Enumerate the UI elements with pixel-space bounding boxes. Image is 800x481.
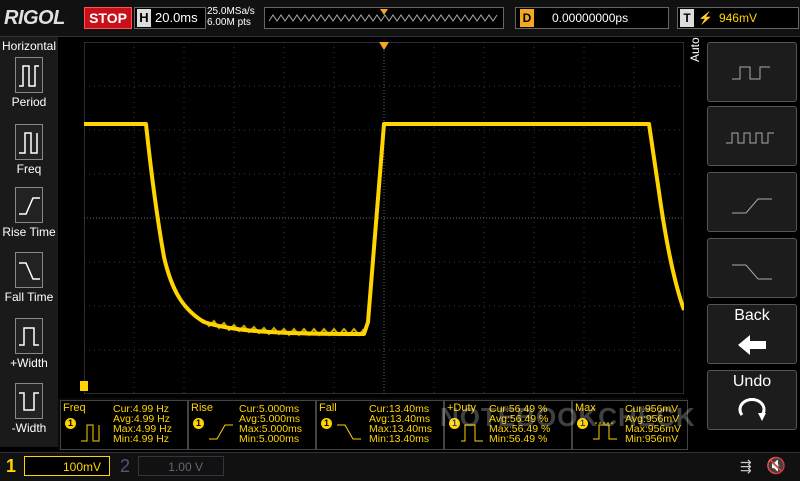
memory-waveform-icon [268, 9, 498, 22]
measurement-freq[interactable]: Freq 1 Cur:4.99 Hz Avg:4.99 Hz Max:4.99 … [60, 400, 188, 450]
channel-1-scale[interactable]: 100mV [24, 456, 110, 476]
measurement-min: Min:13.40ms [369, 433, 430, 445]
menu-item-label: -Width [11, 421, 47, 435]
channel-2-scale[interactable]: 1.00 V [138, 456, 224, 476]
menu-item-label: +Width [10, 356, 48, 370]
horizontal-key: H [137, 9, 151, 27]
measurement-min: Min:4.99 Hz [113, 433, 170, 445]
measurement-name: Fall [319, 402, 337, 414]
measurement-rise[interactable]: Rise 1 Cur:5.000ms Avg:5.000ms Max:5.000… [188, 400, 316, 450]
brand-logo: RIGOL [4, 7, 65, 29]
measurement-min: Min:56.49 % [489, 433, 548, 445]
timebase-value: 20.0ms [155, 10, 198, 25]
measurement-min: Min:956mV [625, 433, 679, 445]
undo-button[interactable]: Undo [707, 370, 797, 430]
menu-item-period[interactable]: Period [0, 57, 58, 109]
watermark: NOTEBOOKCHECK [440, 402, 696, 432]
delay-value: 0.00000000ps [552, 11, 629, 25]
trigger-display[interactable]: T ⚡ 946mV [677, 7, 799, 29]
waveform-option-1-button[interactable] [707, 42, 797, 102]
speaker-muted-icon[interactable]: 🔇 [766, 456, 786, 476]
menu-item-label: Rise Time [2, 225, 56, 239]
menu-item-rise-time[interactable]: Rise Time [0, 187, 58, 239]
acquisition-info: 25.0MSa/s 6.00M pts [207, 6, 255, 28]
frequency-icon [81, 424, 100, 442]
undo-arrow-icon [738, 397, 766, 421]
period-waveform-icon [732, 66, 770, 80]
ch1-ground-label [80, 381, 88, 391]
memory-position-bar[interactable] [264, 7, 504, 29]
sample-rate: 25.0MSa/s [207, 6, 255, 17]
horizontal-timebase[interactable]: H 20.0ms [134, 7, 206, 29]
left-menu-title: Horizontal [2, 39, 57, 53]
menu-item-label: Fall Time [4, 290, 54, 304]
rise-waveform-icon [732, 198, 772, 214]
waveform-option-2-button[interactable] [707, 106, 797, 166]
channel-badge: 1 [65, 418, 76, 429]
channel-2-number[interactable]: 2 [120, 456, 130, 477]
undo-label: Undo [732, 373, 772, 390]
channel-badge: 1 [321, 418, 332, 429]
rise-time-icon [209, 424, 233, 440]
measurement-fall[interactable]: Fall 1 Cur:13.40ms Avg:13.40ms Max:13.40… [316, 400, 444, 450]
menu-item-label: Freq [16, 162, 42, 176]
menu-item-label: Period [11, 95, 47, 109]
channel-1-number[interactable]: 1 [6, 456, 16, 477]
channel-badge: 1 [193, 418, 204, 429]
menu-item-negative-width[interactable]: -Width [0, 383, 58, 435]
auto-label: Auto [688, 37, 702, 62]
measurement-min: Min:5.000ms [239, 433, 300, 445]
positive-width-icon [15, 318, 43, 354]
delay-key: D [520, 9, 534, 27]
run-stop-button[interactable]: STOP [84, 7, 132, 29]
back-arrow-icon [738, 335, 766, 355]
delay-display[interactable]: D 0.00000000ps [515, 7, 669, 29]
waveform-option-4-button[interactable] [707, 238, 797, 298]
frequency-waveform-icon [726, 132, 774, 144]
waveform-option-3-button[interactable] [707, 172, 797, 232]
frequency-icon [15, 124, 43, 160]
trigger-level: 946mV [718, 11, 757, 25]
memory-depth: 6.00M pts [207, 17, 251, 28]
trigger-key: T [680, 9, 694, 27]
rising-edge-icon: ⚡ [698, 11, 713, 25]
menu-item-freq[interactable]: Freq [0, 124, 58, 176]
menu-item-positive-width[interactable]: +Width [0, 318, 58, 370]
fall-time-icon [337, 424, 361, 440]
back-button[interactable]: Back [707, 304, 797, 364]
fall-time-icon [15, 252, 43, 288]
menu-item-fall-time[interactable]: Fall Time [0, 252, 58, 304]
measurement-name: Rise [191, 402, 214, 414]
rise-time-icon [15, 187, 43, 223]
fall-waveform-icon [732, 264, 772, 280]
period-icon [15, 57, 43, 93]
back-label: Back [734, 307, 770, 324]
waveform-display[interactable] [84, 42, 684, 394]
measurement-name: Freq [63, 402, 86, 414]
usb-icon: ⇶ [740, 458, 752, 474]
negative-width-icon [15, 383, 43, 419]
